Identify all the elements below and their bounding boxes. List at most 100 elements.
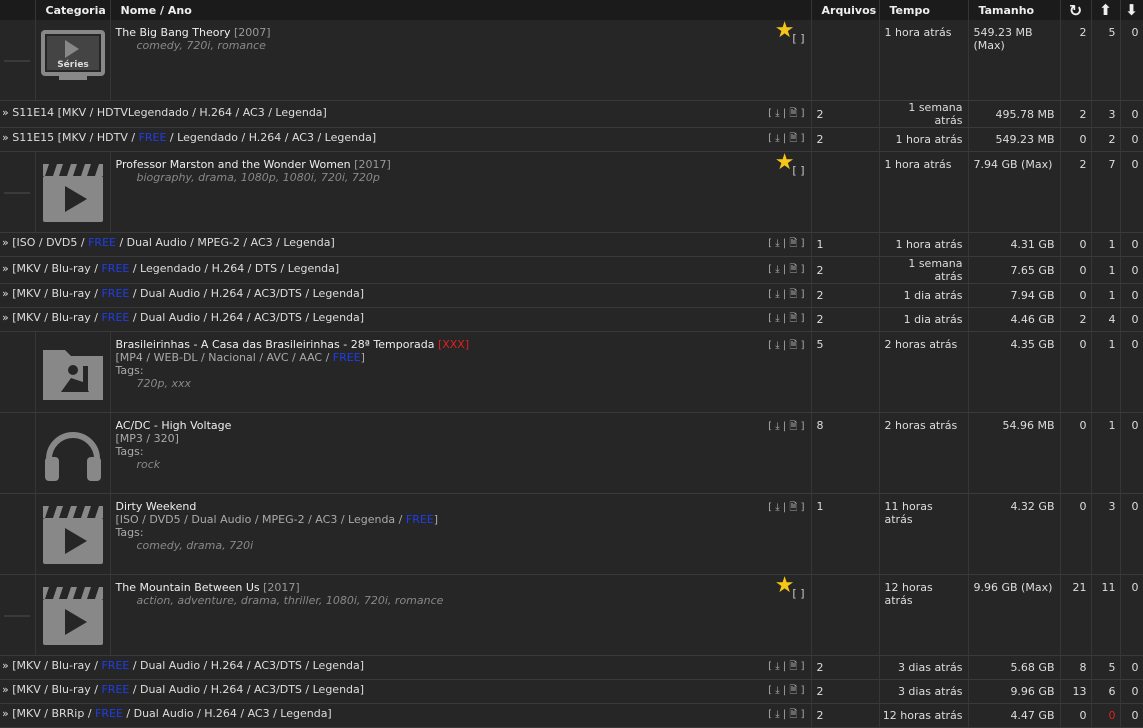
- header-tamanho[interactable]: Tamanho: [968, 0, 1061, 20]
- sub-release-name[interactable]: » [ISO / DVD5 / FREE / Dual Audio / MPEG…: [0, 236, 335, 249]
- seeders-count: 5: [1091, 20, 1121, 101]
- music-category-icon[interactable]: [41, 421, 105, 485]
- download-links[interactable]: [ ⤓ | 🗎 ]: [768, 106, 804, 123]
- file-icon[interactable]: 🗎: [789, 661, 797, 672]
- sub-release-name[interactable]: » [MKV / Blu-ray / FREE / Legendado / H.…: [0, 262, 339, 275]
- sub-release-name[interactable]: » [MKV / BRRip / FREE / Dual Audio / H.2…: [0, 707, 332, 720]
- download-icon[interactable]: ⤓: [775, 709, 779, 720]
- download-icon[interactable]: ⤓: [775, 108, 779, 119]
- download-links[interactable]: [ ⤓ | 🗎 ]: [768, 707, 804, 724]
- file-icon[interactable]: 🗎: [789, 502, 797, 513]
- download-links[interactable]: [ ⤓ | 🗎 ]: [768, 287, 804, 304]
- sub-release-name[interactable]: » [MKV / Blu-ray / FREE / Dual Audio / H…: [0, 683, 364, 696]
- download-links[interactable]: [ ⤓ | 🗎 ]: [768, 131, 804, 148]
- expand-cell: [0, 493, 36, 575]
- category-cell[interactable]: Séries: [35, 20, 111, 101]
- film-category-icon[interactable]: [41, 583, 105, 647]
- category-cell[interactable]: [35, 151, 111, 233]
- download-icon[interactable]: ⤓: [775, 502, 779, 513]
- download-links[interactable]: [ ⤓ | 🗎 ]: [768, 311, 804, 328]
- title-text[interactable]: The Big Bang Theory: [116, 26, 231, 39]
- expand-marker: »: [2, 311, 13, 324]
- sub-release-name[interactable]: » S11E15 [MKV / HDTV / FREE / Legendado …: [0, 131, 376, 144]
- title[interactable]: Professor Marston and the Wonder Women […: [111, 158, 811, 171]
- category-cell[interactable]: [35, 331, 111, 413]
- file-size: 4.47 GB: [968, 703, 1061, 728]
- release-text: / Dual Audio / H.264 / AC3/DTS / Legenda…: [129, 659, 365, 672]
- title[interactable]: AC/DC - High Voltage: [111, 419, 811, 432]
- header-tempo[interactable]: Tempo: [879, 0, 969, 20]
- header-refresh-icon[interactable]: ↻: [1060, 0, 1092, 20]
- file-icon[interactable]: 🗎: [789, 133, 797, 144]
- file-icon[interactable]: 🗎: [789, 709, 797, 720]
- download-links[interactable]: [ ⤓ | 🗎 ]: [768, 236, 804, 253]
- free-badge: FREE: [405, 513, 434, 526]
- sub-release-name[interactable]: » [MKV / Blu-ray / FREE / Dual Audio / H…: [0, 659, 364, 672]
- title-text[interactable]: Brasileirinhas - A Casa das Brasileirinh…: [116, 338, 435, 351]
- expand-toggle[interactable]: [4, 192, 31, 194]
- release-text: / Legendado / H.264 / DTS / Legenda]: [129, 261, 340, 275]
- title-text[interactable]: AC/DC - High Voltage: [116, 419, 232, 432]
- file-icon[interactable]: 🗎: [789, 238, 797, 249]
- expand-toggle[interactable]: [4, 615, 31, 617]
- film-category-icon[interactable]: [41, 502, 105, 566]
- category-cell[interactable]: [35, 412, 111, 494]
- adult-category-icon[interactable]: [41, 340, 105, 404]
- sub-release-name[interactable]: » [MKV / Blu-ray / FREE / Dual Audio / H…: [0, 311, 364, 324]
- time-ago: 3 dias atrás: [879, 655, 969, 680]
- leechers-count: 0: [1120, 100, 1143, 128]
- download-links[interactable]: [ ⤓ | 🗎 ]: [768, 338, 804, 355]
- download-icon[interactable]: ⤓: [775, 133, 779, 144]
- file-icon[interactable]: 🗎: [789, 421, 797, 432]
- download-links[interactable]: [ ⤓ | 🗎 ]: [768, 683, 804, 700]
- seeders-count: 1: [1091, 256, 1121, 284]
- file-icon[interactable]: 🗎: [789, 685, 797, 696]
- tv-category-icon[interactable]: Séries: [40, 28, 105, 92]
- sub-row: » [MKV / BRRip / FREE / Dual Audio / H.2…: [0, 703, 1143, 728]
- file-icon[interactable]: 🗎: [789, 264, 797, 275]
- title[interactable]: The Big Bang Theory [2007]: [111, 26, 811, 39]
- header-arquivos[interactable]: Arquivos: [811, 0, 880, 20]
- free-badge: FREE: [101, 311, 130, 324]
- title[interactable]: The Mountain Between Us [2017]: [111, 581, 811, 594]
- file-icon[interactable]: 🗎: [789, 108, 797, 119]
- header-nome[interactable]: Nome / Ano: [110, 0, 812, 20]
- seeders-count: 7: [1091, 151, 1121, 233]
- category-cell[interactable]: [35, 574, 111, 656]
- category-cell[interactable]: [35, 493, 111, 575]
- title[interactable]: Brasileirinhas - A Casa das Brasileirinh…: [111, 338, 811, 351]
- download-icon[interactable]: ⤓: [775, 313, 779, 324]
- title-text[interactable]: Dirty Weekend: [116, 500, 197, 513]
- file-icon[interactable]: 🗎: [789, 289, 797, 300]
- download-icon[interactable]: ⤓: [775, 421, 779, 432]
- download-links[interactable]: [ ⤓ | 🗎 ]: [768, 419, 804, 436]
- download-links[interactable]: [ ⤓ | 🗎 ]: [768, 262, 804, 279]
- leechers-count: 0: [1120, 679, 1143, 704]
- header-leechers-icon[interactable]: ⬇: [1120, 0, 1143, 20]
- expand-cell: [0, 331, 36, 413]
- title-text[interactable]: Professor Marston and the Wonder Women: [116, 158, 351, 171]
- title[interactable]: Dirty Weekend: [111, 500, 811, 513]
- download-icon[interactable]: ⤓: [775, 661, 779, 672]
- file-icon[interactable]: 🗎: [789, 313, 797, 324]
- sub-release-name[interactable]: » S11E14 [MKV / HDTVLegendado / H.264 / …: [0, 106, 327, 119]
- file-size: 4.31 GB: [968, 232, 1061, 257]
- completed-count: 2: [1060, 20, 1092, 101]
- header-categoria[interactable]: Categoria: [35, 0, 111, 20]
- completed-count: 0: [1060, 232, 1092, 257]
- download-icon[interactable]: ⤓: [775, 340, 779, 351]
- header-seeders-icon[interactable]: ⬆: [1091, 0, 1121, 20]
- year: [2007]: [234, 26, 271, 39]
- download-icon[interactable]: ⤓: [775, 238, 779, 249]
- expand-toggle[interactable]: [4, 60, 31, 62]
- download-icon[interactable]: ⤓: [775, 289, 779, 300]
- sub-release-name[interactable]: » [MKV / Blu-ray / FREE / Dual Audio / H…: [0, 287, 364, 300]
- film-category-icon[interactable]: [41, 160, 105, 224]
- file-icon[interactable]: 🗎: [789, 340, 797, 351]
- expand-marker: »: [2, 287, 13, 300]
- download-links[interactable]: [ ⤓ | 🗎 ]: [768, 500, 804, 517]
- download-icon[interactable]: ⤓: [775, 685, 779, 696]
- title-text[interactable]: The Mountain Between Us: [116, 581, 260, 594]
- download-icon[interactable]: ⤓: [775, 264, 779, 275]
- download-links[interactable]: [ ⤓ | 🗎 ]: [768, 659, 804, 676]
